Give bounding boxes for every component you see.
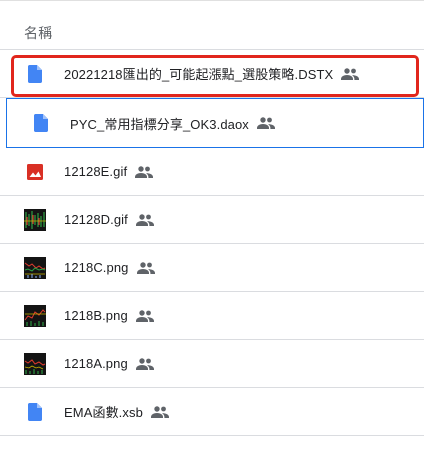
shared-people-icon — [341, 67, 360, 80]
file-name: 1218A.png — [64, 356, 128, 371]
shared-people-icon — [135, 309, 154, 322]
shared-people-icon — [150, 405, 169, 418]
file-list-header: 名稱 — [0, 0, 424, 50]
shared-people-icon — [135, 165, 154, 178]
file-name: 20221218匯出的_可能起漲點_選股策略.DSTX — [64, 67, 334, 82]
file-row[interactable]: 12128E.gif — [0, 148, 424, 196]
shared-people-icon — [135, 357, 154, 370]
doc-file-icon — [30, 112, 52, 134]
file-row[interactable]: 1218A.png — [0, 340, 424, 388]
doc-file-icon — [24, 401, 46, 423]
name-column-header[interactable]: 名稱 — [24, 23, 52, 43]
shared-people-icon — [256, 117, 275, 129]
file-row[interactable]: 20221218匯出的_可能起漲點_選股策略.DSTX — [0, 50, 424, 98]
file-name: PYC_常用指標分享_OK3.daox — [70, 116, 249, 132]
file-list: 20221218匯出的_可能起漲點_選股策略.DSTX PYC_常用指標分享_O… — [0, 50, 424, 436]
file-name: 1218B.png — [64, 308, 128, 323]
file-name: EMA函數.xsb — [64, 405, 143, 420]
file-row[interactable]: EMA函數.xsb — [0, 388, 424, 436]
file-row[interactable]: 1218C.png — [0, 244, 424, 292]
file-row[interactable]: 1218B.png — [0, 292, 424, 340]
image-thumbnail — [24, 352, 46, 375]
file-name: 12128E.gif — [64, 164, 128, 179]
image-file-icon — [24, 161, 46, 183]
file-row[interactable]: PYC_常用指標分享_OK3.daox — [6, 98, 424, 148]
image-thumbnail — [24, 304, 46, 327]
image-thumbnail — [24, 208, 46, 231]
shared-people-icon — [136, 261, 155, 274]
file-name: 1218C.png — [64, 260, 129, 275]
image-thumbnail — [24, 256, 46, 279]
file-row[interactable]: 12128D.gif — [0, 196, 424, 244]
file-name: 12128D.gif — [64, 212, 128, 227]
shared-people-icon — [135, 213, 154, 226]
doc-file-icon — [24, 63, 46, 85]
